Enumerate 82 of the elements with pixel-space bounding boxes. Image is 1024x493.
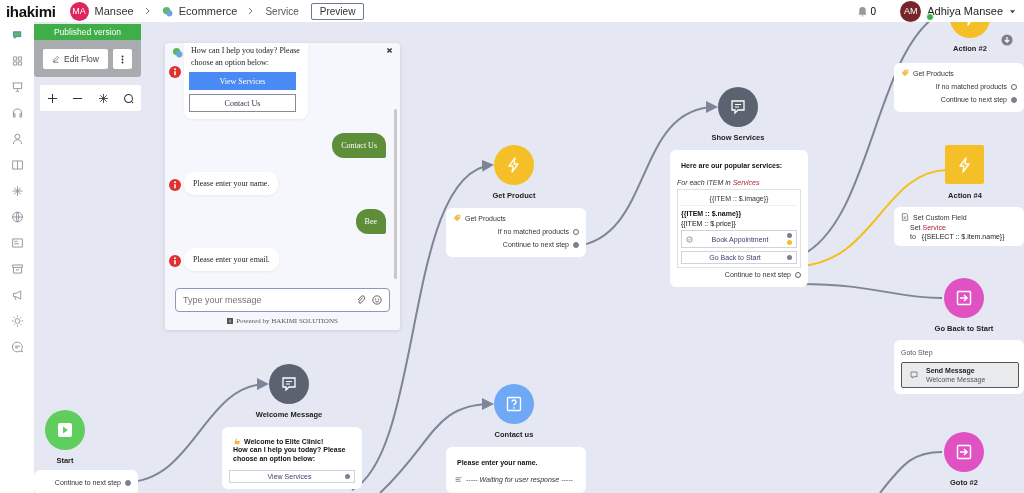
flow-node[interactable] xyxy=(494,145,534,185)
quick-reply-button[interactable]: Contact Us xyxy=(189,94,296,113)
question-icon xyxy=(506,396,522,412)
emoji-icon[interactable] xyxy=(372,295,382,305)
message-icon xyxy=(730,99,746,115)
play-icon xyxy=(57,422,73,438)
port-dot[interactable] xyxy=(787,233,792,238)
kebab-icon xyxy=(121,54,124,64)
goto-icon xyxy=(956,444,972,460)
flow-node[interactable] xyxy=(494,384,534,424)
edit-flow-button[interactable]: Edit Flow xyxy=(43,49,108,69)
bell-icon[interactable] xyxy=(856,5,868,17)
flow-node[interactable] xyxy=(269,364,309,404)
port-dot[interactable] xyxy=(345,474,350,480)
globe-icon[interactable] xyxy=(10,210,24,224)
contact-card-icon[interactable] xyxy=(10,236,24,250)
bot-avatar-icon xyxy=(169,179,181,192)
scrollbar[interactable] xyxy=(394,109,397,279)
comment-icon[interactable] xyxy=(10,340,24,354)
headset-icon[interactable] xyxy=(10,106,24,120)
flow-node[interactable] xyxy=(945,145,984,184)
port-dot[interactable] xyxy=(573,228,579,235)
port-dot[interactable] xyxy=(787,240,792,245)
port-dot[interactable] xyxy=(125,479,131,486)
search-icon[interactable] xyxy=(122,92,134,104)
connector xyxy=(879,451,943,493)
close-icon[interactable] xyxy=(386,47,393,54)
download-icon[interactable] xyxy=(1001,34,1013,46)
grid-icon[interactable] xyxy=(10,54,24,68)
zoom-in-icon[interactable] xyxy=(47,92,59,104)
port-dot[interactable] xyxy=(1011,83,1017,90)
user-name[interactable]: Adhiya Mansee xyxy=(927,5,1003,17)
workspace-name[interactable]: Mansee xyxy=(94,5,134,17)
user-message: Bee xyxy=(364,217,377,227)
logo[interactable]: ihakimi xyxy=(6,2,56,20)
flow-node[interactable] xyxy=(944,278,984,318)
goto-icon xyxy=(956,290,972,306)
message-icon xyxy=(910,371,918,379)
breadcrumb-link[interactable]: Service xyxy=(265,5,299,17)
bot-avatar-icon xyxy=(169,255,181,268)
pencil-icon xyxy=(52,55,60,63)
workspace-avatar[interactable]: MA xyxy=(69,1,89,21)
megaphone-icon[interactable] xyxy=(10,288,24,302)
chat-bubbles-icon xyxy=(172,47,183,58)
bot-avatar-icon xyxy=(169,66,181,78)
tag-icon xyxy=(453,214,461,222)
flow-node[interactable] xyxy=(944,432,984,472)
settings-icon[interactable] xyxy=(10,314,24,328)
port-dot[interactable] xyxy=(1011,96,1017,103)
bot-message: How can I help you today? Please choose an option below: xyxy=(191,45,301,69)
bot-message: Please enter your name. xyxy=(193,179,270,189)
user-icon[interactable] xyxy=(10,132,24,146)
paperclip-icon[interactable] xyxy=(356,295,366,305)
columns-icon[interactable] xyxy=(10,158,24,172)
more-button[interactable] xyxy=(113,49,132,69)
notification-count: 0 xyxy=(870,5,877,17)
message-input[interactable]: Type your message xyxy=(175,288,390,312)
presentation-icon[interactable] xyxy=(10,80,24,94)
chat-bubbles-icon xyxy=(161,5,173,17)
caret-icon[interactable] xyxy=(1009,7,1016,15)
bot-message: Please enter your email. xyxy=(193,255,270,265)
port-dot[interactable] xyxy=(573,241,579,248)
chevron-icon xyxy=(143,7,152,15)
chat-icon[interactable] xyxy=(10,28,24,42)
document-icon xyxy=(901,213,909,221)
flow-node[interactable] xyxy=(718,87,758,127)
port-dot[interactable] xyxy=(787,255,792,260)
check-badge-icon xyxy=(686,235,693,243)
preview-button[interactable]: Preview xyxy=(310,2,365,20)
message-icon xyxy=(281,376,297,392)
brand-icon xyxy=(227,318,234,324)
user-avatar[interactable]: AM xyxy=(900,0,922,22)
hand-icon xyxy=(233,437,241,445)
port-dot[interactable] xyxy=(795,271,801,278)
version-banner: Published version xyxy=(34,24,141,40)
flow-node[interactable] xyxy=(45,410,85,450)
breadcrumb-link[interactable]: Ecommerce xyxy=(178,5,238,17)
archive-icon[interactable] xyxy=(10,262,24,276)
tag-icon xyxy=(901,69,909,77)
text-lines-icon xyxy=(455,476,462,483)
user-message: Contact Us xyxy=(341,141,377,151)
sparkle-icon[interactable] xyxy=(97,92,109,104)
